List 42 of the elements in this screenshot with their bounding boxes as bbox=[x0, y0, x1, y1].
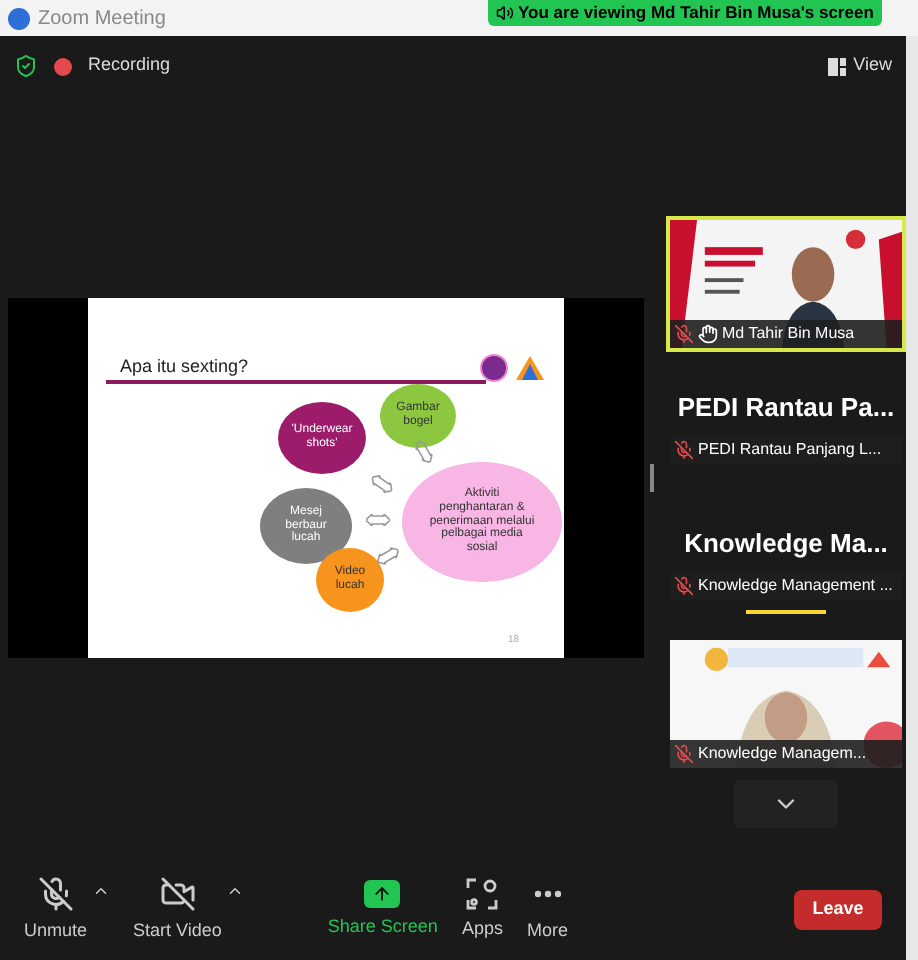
toolbar-button[interactable]: Share Screen bbox=[327, 879, 438, 941]
app-logo-icon bbox=[8, 7, 30, 29]
video-tile[interactable]: Md Tahir Bin Musa bbox=[666, 216, 906, 352]
logo-icon bbox=[480, 354, 508, 382]
window-title: Zoom Meeting bbox=[38, 5, 166, 33]
mic-off-icon bbox=[674, 576, 694, 596]
name-label: PEDI Rantau Panjang L... bbox=[670, 436, 902, 464]
participant-name: PEDI Rantau Pa... bbox=[677, 389, 895, 425]
toolbar-button[interactable]: Apps bbox=[461, 877, 503, 943]
toolbar-button[interactable]: Unmute bbox=[24, 875, 88, 945]
participant-name: Knowledge Ma... bbox=[684, 525, 888, 562]
share-screen-icon bbox=[364, 879, 401, 908]
video-tile[interactable]: Knowledge Managem... bbox=[666, 636, 906, 772]
resize-handle[interactable] bbox=[650, 464, 654, 492]
mic-off-icon bbox=[674, 324, 694, 344]
apps-icon bbox=[466, 877, 499, 910]
mic-off-icon bbox=[674, 440, 694, 460]
banner-text: You are viewing Md Tahir Bin Musa's screen bbox=[518, 0, 874, 26]
toolbar-button[interactable]: Start Video bbox=[133, 875, 222, 945]
recording-label: Recording bbox=[88, 52, 171, 79]
leave-button[interactable]: Leave bbox=[794, 890, 882, 930]
speaker-icon bbox=[496, 4, 514, 22]
video-off-icon bbox=[159, 875, 196, 912]
name-label: Md Tahir Bin Musa bbox=[670, 320, 902, 348]
toolbar-button[interactable]: More bbox=[526, 875, 568, 945]
double-arrow-icon bbox=[368, 472, 396, 496]
mic-off-icon bbox=[674, 744, 694, 764]
recording-icon bbox=[54, 57, 72, 75]
double-arrow-icon bbox=[374, 544, 402, 568]
name-label: Knowledge Managem... bbox=[670, 740, 902, 768]
name-label: Knowledge Management ... bbox=[670, 572, 902, 600]
slide-title: Apa itu sexting? bbox=[120, 354, 249, 380]
double-arrow-icon bbox=[366, 514, 390, 526]
logo-icon bbox=[516, 356, 544, 380]
mic-off-icon bbox=[37, 875, 74, 912]
hand-icon bbox=[698, 324, 718, 344]
view-icon bbox=[827, 57, 846, 75]
speaking-indicator bbox=[746, 610, 826, 614]
shield-icon bbox=[14, 54, 38, 78]
double-arrow-icon bbox=[412, 438, 436, 466]
more-icon bbox=[533, 889, 562, 898]
view-button[interactable]: View bbox=[827, 52, 892, 80]
